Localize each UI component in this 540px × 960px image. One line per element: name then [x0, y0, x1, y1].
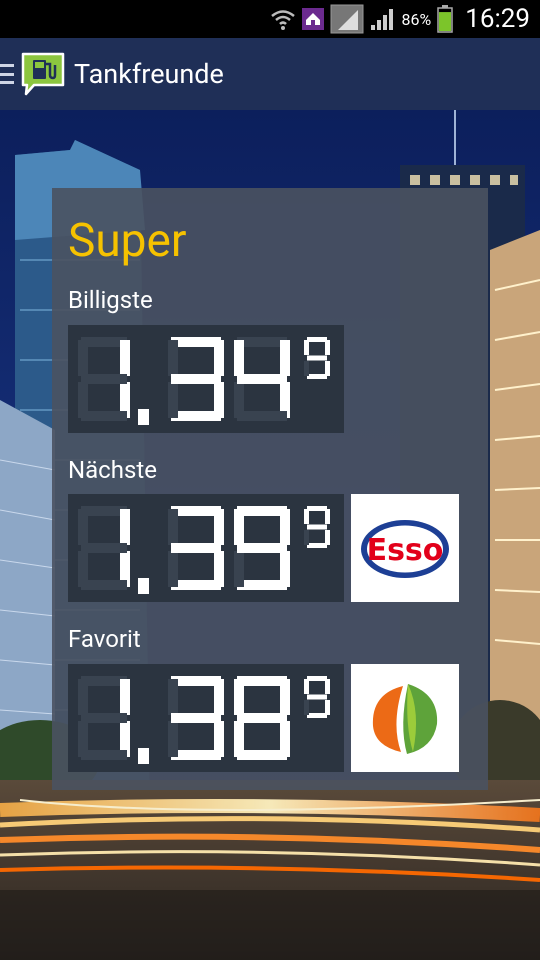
lcd-segment [304, 700, 309, 715]
signal-icon [370, 7, 396, 31]
lcd-segment [280, 340, 290, 376]
favorite-station-logo[interactable] [351, 664, 459, 772]
lcd-segment [171, 713, 221, 723]
lcd-segment [234, 721, 244, 757]
lcd-segment [307, 713, 327, 718]
lcd-segment [304, 679, 309, 694]
notification-icon [301, 8, 324, 30]
lcd-segment [307, 524, 327, 530]
clock: 16:29 [465, 4, 530, 34]
lcd-segment [168, 721, 178, 757]
lcd-segment [325, 361, 330, 376]
label-nearest: Nächste [68, 456, 157, 484]
wifi-icon [270, 7, 296, 31]
lcd-segment [81, 543, 127, 553]
lcd-segment [171, 506, 221, 516]
lcd-segment [307, 374, 327, 379]
lcd-segment [304, 509, 309, 524]
lcd-segment [78, 509, 88, 545]
lcd-segment [78, 679, 88, 715]
label-favorite: Favorit [68, 625, 141, 653]
lcd-segment [234, 382, 244, 418]
lcd-segment [304, 340, 309, 355]
lcd-comma [138, 409, 149, 425]
battery-icon [437, 5, 453, 33]
lcd-segment [214, 679, 224, 715]
lcd-segment [78, 382, 88, 418]
lcd-segment [237, 676, 287, 686]
lcd-segment [304, 530, 309, 545]
lcd-segment [237, 411, 287, 421]
lcd-segment [171, 750, 221, 760]
lcd-segment [237, 580, 287, 590]
app-title[interactable]: Tankfreunde [74, 58, 224, 90]
lcd-segment [168, 509, 178, 545]
lcd-segment [171, 374, 221, 384]
lcd-segment [168, 551, 178, 587]
lcd-segment [234, 509, 244, 545]
lcd-segment [214, 509, 224, 545]
price-display-favorite[interactable] [68, 664, 344, 772]
lcd-segment [325, 340, 330, 355]
lcd-segment [171, 543, 221, 553]
lcd-segment [307, 355, 327, 361]
lcd-segment [304, 361, 309, 376]
esso-logo[interactable]: Esso [351, 494, 459, 602]
lcd-segment [171, 337, 221, 347]
lcd-segment [171, 676, 221, 686]
lcd-segment [237, 506, 287, 516]
action-bar: Tankfreunde [0, 38, 540, 110]
label-cheapest: Billigste [68, 286, 153, 314]
lcd-segment [280, 679, 290, 715]
lcd-segment [120, 340, 130, 376]
lcd-segment [307, 506, 327, 511]
lcd-segment [237, 713, 287, 723]
menu-icon[interactable] [0, 64, 14, 84]
fuel-type-title: Super [68, 214, 187, 268]
lcd-segment [81, 374, 127, 384]
lcd-segment [307, 676, 327, 681]
lcd-segment [234, 340, 244, 376]
lcd-segment [214, 340, 224, 376]
lcd-segment [237, 337, 287, 347]
lcd-comma [138, 578, 149, 594]
sim-icon [330, 4, 364, 34]
lcd-segment [120, 509, 130, 545]
lcd-segment [171, 411, 221, 421]
lcd-segment [234, 551, 244, 587]
lcd-segment [325, 530, 330, 545]
lcd-segment [78, 721, 88, 757]
lcd-segment [307, 543, 327, 548]
lcd-segment [78, 551, 88, 587]
lcd-segment [325, 700, 330, 715]
esso-logo-text: Esso [367, 533, 444, 568]
fuel-pump-icon[interactable] [20, 51, 66, 97]
lcd-segment [120, 679, 130, 715]
lcd-segment [237, 750, 287, 760]
price-display-cheapest[interactable] [68, 325, 344, 433]
lcd-segment [325, 679, 330, 694]
price-card: Super Billigste Nächste Esso Favorit [52, 188, 488, 790]
lcd-segment [325, 509, 330, 524]
lcd-segment [168, 340, 178, 376]
lcd-segment [280, 509, 290, 545]
lcd-segment [171, 580, 221, 590]
battery-percent: 86% [401, 9, 432, 29]
lcd-segment [307, 694, 327, 700]
lcd-segment [168, 679, 178, 715]
lcd-segment [237, 374, 287, 384]
lcd-segment [81, 713, 127, 723]
price-display-nearest[interactable] [68, 494, 344, 602]
lcd-segment [168, 382, 178, 418]
lcd-segment [234, 679, 244, 715]
lcd-segment [237, 543, 287, 553]
lcd-comma [138, 748, 149, 764]
lcd-segment [78, 340, 88, 376]
status-bar: 86% 16:29 [0, 0, 540, 38]
lcd-segment [307, 337, 327, 342]
